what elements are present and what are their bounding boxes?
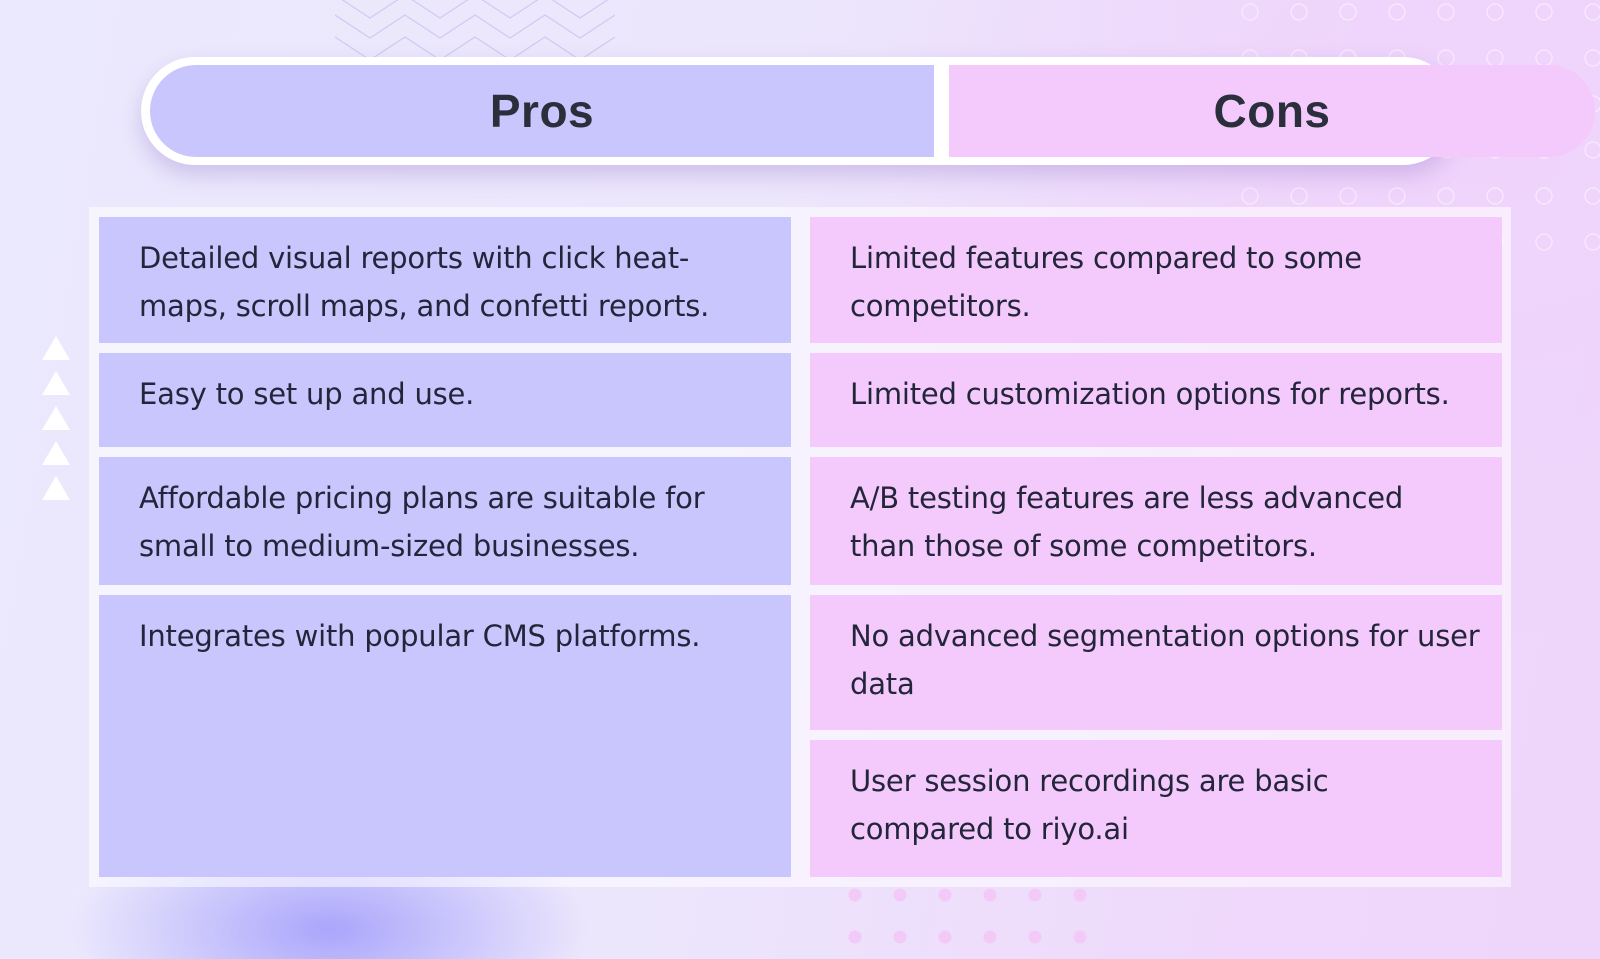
ring-decoration xyxy=(1388,187,1406,205)
ring-decoration xyxy=(1241,187,1259,205)
con-item: User session recordings are basic compar… xyxy=(810,740,1502,877)
dot-decoration xyxy=(938,930,952,944)
ring-decoration xyxy=(1535,233,1553,251)
dot-decoration xyxy=(938,888,952,902)
zigzag-pattern-decoration xyxy=(335,0,615,60)
dot-decoration xyxy=(1028,930,1042,944)
ring-decoration xyxy=(1584,187,1600,205)
triangle-icon xyxy=(42,406,70,430)
pro-item: Easy to set up and use. xyxy=(99,353,791,447)
ring-decoration xyxy=(1339,187,1357,205)
triangle-icon xyxy=(42,336,70,360)
ring-decoration xyxy=(1486,3,1504,21)
ring-decoration xyxy=(1437,49,1455,67)
con-item: Limited customization options for report… xyxy=(810,353,1502,447)
ring-decoration xyxy=(1290,3,1308,21)
triangle-icon xyxy=(42,371,70,395)
ring-decoration xyxy=(1584,141,1600,159)
ring-decoration xyxy=(1339,3,1357,21)
con-item: A/B testing features are less advanced t… xyxy=(810,457,1502,585)
pro-item: Affordable pricing plans are suitable fo… xyxy=(99,457,791,585)
dot-grid-decoration xyxy=(848,888,1087,944)
ring-decoration xyxy=(1437,187,1455,205)
dot-decoration xyxy=(893,888,907,902)
triangle-icons-decoration xyxy=(42,336,72,506)
dot-decoration xyxy=(983,888,997,902)
dot-decoration xyxy=(1073,888,1087,902)
ring-decoration xyxy=(1584,3,1600,21)
ring-decoration xyxy=(1241,3,1259,21)
ring-decoration xyxy=(1486,49,1504,67)
dot-decoration xyxy=(1028,888,1042,902)
ring-decoration xyxy=(1535,187,1553,205)
dot-decoration xyxy=(848,888,862,902)
ring-decoration xyxy=(1388,3,1406,21)
con-item: Limited features compared to some compet… xyxy=(810,217,1502,343)
ring-decoration xyxy=(1584,49,1600,67)
ring-decoration xyxy=(1535,49,1553,67)
ring-decoration xyxy=(1290,187,1308,205)
dot-decoration xyxy=(893,930,907,944)
dot-decoration xyxy=(983,930,997,944)
con-item: No advanced segmentation options for use… xyxy=(810,595,1502,730)
dot-decoration xyxy=(1073,930,1087,944)
dot-decoration xyxy=(848,930,862,944)
pros-cons-header: Pros Cons xyxy=(141,57,1595,165)
pro-item: Detailed visual reports with click heat-… xyxy=(99,217,791,343)
ring-decoration xyxy=(1535,3,1553,21)
triangle-icon xyxy=(42,441,70,465)
triangle-icon xyxy=(42,476,70,500)
ring-decoration xyxy=(1437,3,1455,21)
cons-heading: Cons xyxy=(949,65,1595,157)
pros-heading: Pros xyxy=(150,65,934,157)
pro-item: Integrates with popular CMS platforms. xyxy=(99,595,791,877)
ring-decoration xyxy=(1584,233,1600,251)
ring-decoration xyxy=(1486,187,1504,205)
